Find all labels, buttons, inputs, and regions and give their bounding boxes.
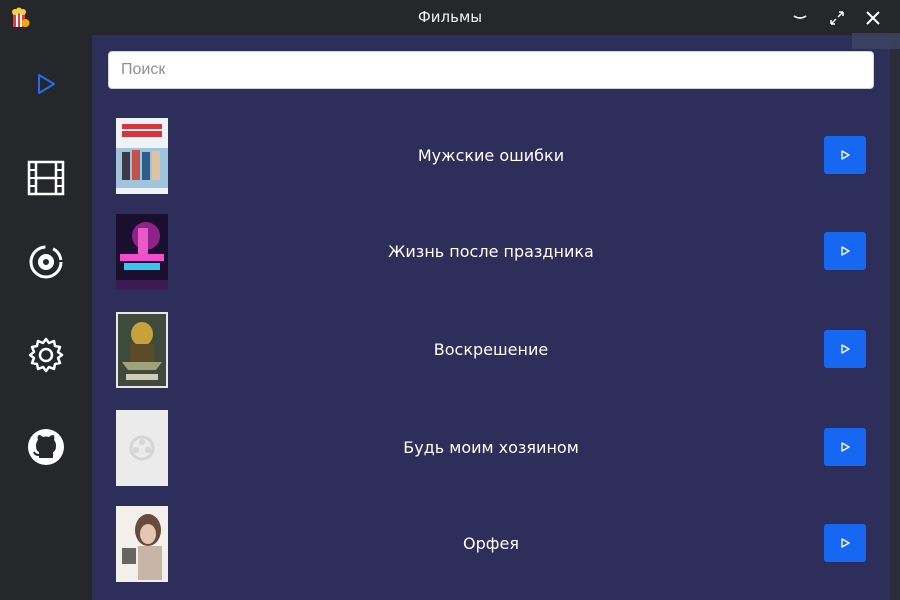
- play-icon: [841, 150, 850, 160]
- list-item: Воскрешение: [108, 312, 874, 392]
- play-button[interactable]: [824, 524, 866, 562]
- movie-poster-placeholder: [116, 410, 168, 486]
- movie-title: Будь моим хозяином: [403, 438, 579, 457]
- play-icon: [841, 538, 850, 548]
- movie-title: Жизнь после праздника: [388, 242, 594, 261]
- maximize-button[interactable]: [825, 6, 849, 30]
- play-button[interactable]: [824, 428, 866, 466]
- sidebar: [0, 35, 92, 600]
- list-item: Орфея: [108, 506, 874, 586]
- title-bar: Фильмы: [0, 0, 900, 35]
- movie-poster: [116, 214, 168, 290]
- play-icon: [841, 442, 850, 452]
- movie-title: Мужские ошибки: [417, 146, 565, 165]
- list-item: Мужские ошибки: [108, 118, 874, 198]
- film-strip-icon: [27, 160, 65, 196]
- chevron-down-icon: [793, 15, 807, 19]
- close-button[interactable]: [861, 6, 885, 30]
- search-input[interactable]: [108, 51, 874, 89]
- minimize-button[interactable]: [788, 6, 812, 30]
- github-icon: [28, 429, 64, 465]
- movie-poster: [116, 118, 168, 194]
- scrollbar[interactable]: [890, 35, 900, 600]
- sidebar-item-disc[interactable]: [23, 239, 69, 285]
- play-icon: [841, 246, 850, 256]
- window-title: Фильмы: [417, 8, 483, 26]
- list-item: Жизнь после праздника: [108, 214, 874, 294]
- movie-title: Воскрешение: [433, 340, 549, 359]
- movie-poster: [116, 506, 168, 582]
- corner-widget: [852, 33, 900, 49]
- play-button[interactable]: [824, 232, 866, 270]
- movie-poster: [116, 312, 168, 388]
- movie-title: Орфея: [463, 534, 519, 553]
- gear-icon: [28, 337, 64, 373]
- play-button[interactable]: [824, 330, 866, 368]
- expand-icon: [830, 11, 844, 25]
- sidebar-item-films[interactable]: [23, 155, 69, 201]
- play-icon: [841, 344, 850, 354]
- close-icon: [866, 11, 880, 25]
- list-item: Будь моим хозяином: [108, 410, 874, 490]
- play-button[interactable]: [824, 136, 866, 174]
- sidebar-item-github[interactable]: [23, 424, 69, 470]
- sidebar-item-play[interactable]: [23, 61, 69, 107]
- sidebar-item-settings[interactable]: [23, 332, 69, 378]
- play-outline-icon: [38, 74, 55, 94]
- disc-icon: [29, 245, 63, 279]
